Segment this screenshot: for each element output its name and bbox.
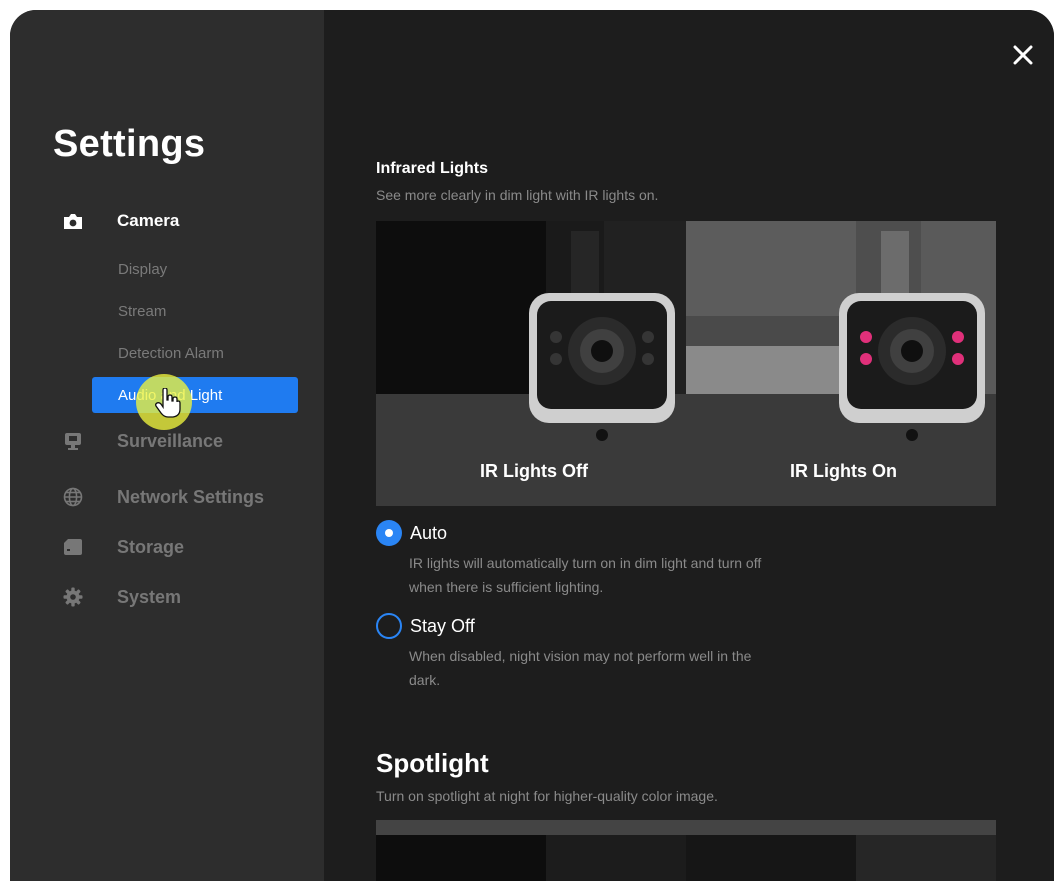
ir-on-caption: IR Lights On (790, 461, 897, 481)
nav-group-label: Storage (117, 536, 185, 557)
gear-icon (63, 587, 83, 607)
nav-group-storage[interactable]: Storage (10, 527, 324, 567)
spotlight-image (376, 820, 996, 881)
camera-icon (63, 211, 83, 231)
settings-title: Settings (53, 123, 206, 165)
sidebar-item-detection-alarm[interactable]: Detection Alarm (92, 335, 298, 371)
settings-content: Infrared Lights See more clearly in dim … (324, 10, 1054, 881)
ir-comparison-illustration: IR Lights Off IR Lights On (376, 221, 996, 506)
infrared-description: See more clearly in dim light with IR li… (376, 187, 659, 203)
auto-help-text: IR lights will automatically turn on in … (409, 555, 762, 595)
radio-option-auto[interactable]: Auto (376, 520, 447, 546)
close-icon (1013, 45, 1033, 65)
sidebar-item-label: Display (118, 260, 168, 278)
nav-group-network-settings[interactable]: Network Settings (10, 477, 324, 517)
monitor-icon (63, 431, 83, 451)
sidebar-item-stream[interactable]: Stream (92, 293, 298, 329)
spotlight-title: Spotlight (376, 748, 489, 778)
spotlight-description: Turn on spotlight at night for higher-qu… (376, 788, 718, 804)
ir-comparison-image (376, 221, 996, 441)
stay-off-help-text: When disabled, night vision may not perf… (409, 648, 752, 688)
close-button[interactable] (1008, 40, 1038, 70)
radio-button-unchecked[interactable] (376, 613, 402, 639)
sidebar-item-display[interactable]: Display (92, 251, 298, 287)
hand-pointer-icon (155, 387, 181, 418)
nav-group-label: Surveillance (117, 430, 224, 451)
nav-group-label: System (117, 586, 182, 607)
radio-button-checked[interactable] (376, 520, 402, 546)
globe-icon (63, 487, 83, 507)
storage-icon (63, 537, 83, 557)
infrared-title: Infrared Lights (376, 160, 489, 177)
sidebar: Settings Camera Display Stream Detection… (10, 10, 324, 881)
radio-label: Stay Off (410, 615, 475, 636)
sidebar-item-label: Detection Alarm (118, 344, 224, 362)
nav-group-camera[interactable]: Camera (10, 201, 324, 241)
spotlight-illustration (376, 820, 996, 881)
sidebar-item-audio-and-light[interactable]: Audio and Light (92, 377, 298, 413)
nav-group-label: Network Settings (117, 486, 265, 507)
nav-group-system[interactable]: System (10, 577, 324, 617)
nav-group-label: Camera (117, 211, 180, 230)
settings-window: Settings Camera Display Stream Detection… (10, 10, 1054, 881)
radio-label: Auto (410, 522, 448, 543)
sidebar-item-label: Stream (118, 302, 167, 320)
ir-off-caption: IR Lights Off (480, 461, 588, 481)
radio-option-stay-off[interactable]: Stay Off (376, 613, 475, 639)
